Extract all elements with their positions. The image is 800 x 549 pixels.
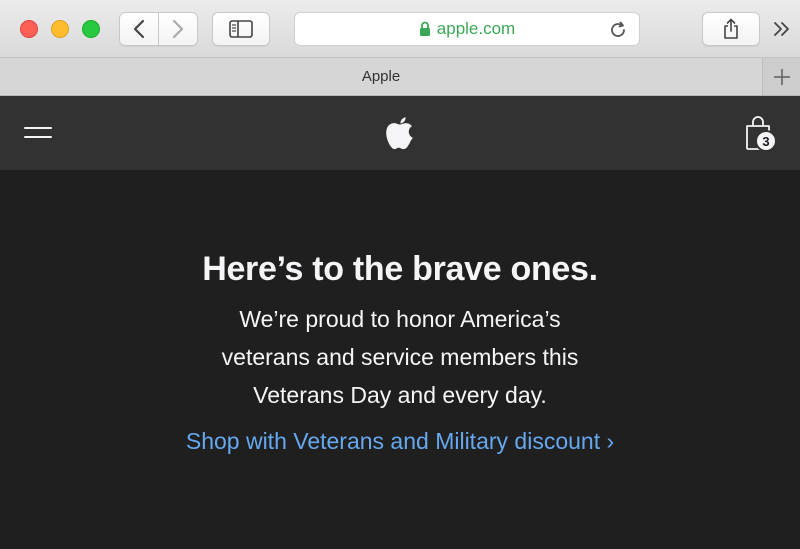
minimize-window-button[interactable]: [51, 20, 69, 38]
zoom-window-button[interactable]: [82, 20, 100, 38]
new-tab-button[interactable]: [762, 58, 800, 95]
sidebar-button[interactable]: [212, 12, 270, 46]
address-url: apple.com: [436, 19, 516, 38]
browser-toolbar: apple.com: [0, 0, 800, 58]
hero-subcopy: We’re proud to honor America’s veterans …: [170, 300, 630, 414]
reload-icon[interactable]: [607, 19, 629, 41]
global-nav: [0, 96, 800, 170]
close-window-button[interactable]: [20, 20, 38, 38]
hamburger-icon[interactable]: [24, 124, 52, 142]
hero-subcopy-line: veterans and service members this: [221, 344, 579, 370]
share-icon: [724, 18, 738, 39]
chevron-right-icon: [172, 19, 184, 39]
back-button[interactable]: [119, 12, 159, 46]
apple-logo[interactable]: [384, 114, 416, 150]
shop-discount-link[interactable]: Shop with Veterans and Military discount…: [0, 428, 800, 455]
double-chevron-icon: [774, 22, 789, 36]
hero-subcopy-line: Veterans Day and every day.: [253, 382, 547, 408]
address-bar[interactable]: apple.com: [294, 12, 640, 46]
lock-icon: [419, 21, 431, 37]
plus-icon: [773, 68, 790, 85]
hero-headline: Here’s to the brave ones.: [202, 250, 598, 288]
tab-bar: Apple: [0, 58, 800, 96]
chevron-left-icon: [133, 19, 145, 39]
hero-subcopy-line: We’re proud to honor America’s: [239, 306, 561, 332]
forward-button[interactable]: [158, 12, 198, 46]
bag-count-badge: 3: [755, 130, 777, 152]
hero-section: Here’s to the brave ones. We’re proud to…: [0, 170, 800, 549]
tab-apple[interactable]: Apple: [0, 58, 762, 95]
tab-title: Apple: [361, 68, 401, 85]
sidebar-icon: [229, 20, 253, 38]
share-button[interactable]: [702, 12, 760, 46]
more-toolbar-items-button[interactable]: [770, 17, 794, 41]
